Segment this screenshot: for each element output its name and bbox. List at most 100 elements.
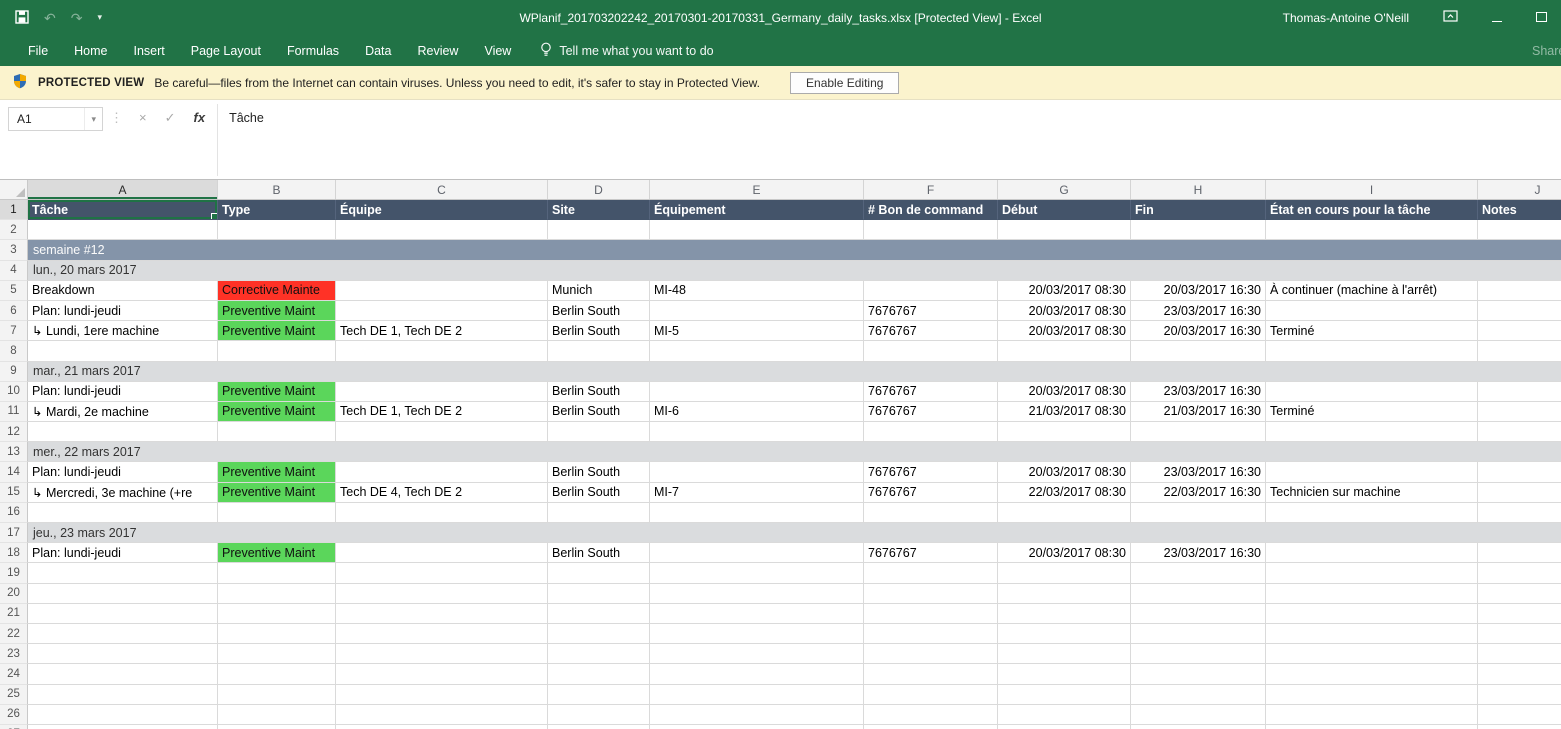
cell-B25[interactable]	[218, 685, 336, 705]
cell-B15[interactable]: Preventive Maint	[218, 483, 336, 503]
row-header-12[interactable]: 12	[0, 422, 28, 442]
cell-J7[interactable]	[1478, 321, 1561, 341]
cell-E7[interactable]: MI-5	[650, 321, 864, 341]
cell-D25[interactable]	[548, 685, 650, 705]
row-header-23[interactable]: 23	[0, 644, 28, 664]
row-header-19[interactable]: 19	[0, 563, 28, 583]
tab-insert[interactable]: Insert	[121, 35, 178, 66]
cell-J23[interactable]	[1478, 644, 1561, 664]
cell-I10[interactable]	[1266, 382, 1478, 402]
cell-F16[interactable]	[864, 503, 998, 523]
cell-G7[interactable]: 20/03/2017 08:30	[998, 321, 1131, 341]
cell-I19[interactable]	[1266, 563, 1478, 583]
cell-C11[interactable]: Tech DE 1, Tech DE 2	[336, 402, 548, 422]
cell-H26[interactable]	[1131, 705, 1266, 725]
cell-B21[interactable]	[218, 604, 336, 624]
cell-E24[interactable]	[650, 664, 864, 684]
cell-E11[interactable]: MI-6	[650, 402, 864, 422]
cell-G2[interactable]	[998, 220, 1131, 240]
cell-A7[interactable]: ↳ Lundi, 1ere machine	[28, 321, 218, 341]
cell-A12[interactable]	[28, 422, 218, 442]
cell-H21[interactable]	[1131, 604, 1266, 624]
day-band-row-9[interactable]: mar., 21 mars 2017	[28, 362, 1561, 382]
cell-H2[interactable]	[1131, 220, 1266, 240]
cell-E10[interactable]	[650, 382, 864, 402]
cell-C8[interactable]	[336, 341, 548, 361]
cell-H7[interactable]: 20/03/2017 16:30	[1131, 321, 1266, 341]
cell-F19[interactable]	[864, 563, 998, 583]
row-header-3[interactable]: 3	[0, 240, 28, 260]
column-header-I[interactable]: I	[1266, 180, 1478, 199]
cell-A26[interactable]	[28, 705, 218, 725]
row-header-21[interactable]: 21	[0, 604, 28, 624]
cell-F27[interactable]	[864, 725, 998, 729]
cell-F7[interactable]: 7676767	[864, 321, 998, 341]
row-header-22[interactable]: 22	[0, 624, 28, 644]
cell-H18[interactable]: 23/03/2017 16:30	[1131, 543, 1266, 563]
enter-icon[interactable]: ✓	[156, 100, 185, 126]
selection-fill-handle[interactable]	[211, 213, 218, 220]
cell-D23[interactable]	[548, 644, 650, 664]
cell-G10[interactable]: 20/03/2017 08:30	[998, 382, 1131, 402]
cell-C10[interactable]	[336, 382, 548, 402]
cell-F24[interactable]	[864, 664, 998, 684]
cell-G15[interactable]: 22/03/2017 08:30	[998, 483, 1131, 503]
cell-J21[interactable]	[1478, 604, 1561, 624]
column-header-D[interactable]: D	[548, 180, 650, 199]
cell-C23[interactable]	[336, 644, 548, 664]
cell-C15[interactable]: Tech DE 4, Tech DE 2	[336, 483, 548, 503]
tab-view[interactable]: View	[471, 35, 524, 66]
row-header-24[interactable]: 24	[0, 664, 28, 684]
cell-A5[interactable]: Breakdown	[28, 281, 218, 301]
cell-G14[interactable]: 20/03/2017 08:30	[998, 462, 1131, 482]
tab-page-layout[interactable]: Page Layout	[178, 35, 274, 66]
cell-A8[interactable]	[28, 341, 218, 361]
cell-B20[interactable]	[218, 584, 336, 604]
cell-F10[interactable]: 7676767	[864, 382, 998, 402]
column-header-H[interactable]: H	[1131, 180, 1266, 199]
cell-F14[interactable]: 7676767	[864, 462, 998, 482]
cell-J27[interactable]	[1478, 725, 1561, 729]
cell-E26[interactable]	[650, 705, 864, 725]
cell-B14[interactable]: Preventive Maint	[218, 462, 336, 482]
cell-E23[interactable]	[650, 644, 864, 664]
tab-review[interactable]: Review	[404, 35, 471, 66]
cell-D15[interactable]: Berlin South	[548, 483, 650, 503]
cell-F26[interactable]	[864, 705, 998, 725]
cell-B1[interactable]: Type	[218, 200, 336, 220]
cell-B8[interactable]	[218, 341, 336, 361]
cell-F21[interactable]	[864, 604, 998, 624]
cell-G27[interactable]	[998, 725, 1131, 729]
cell-F5[interactable]	[864, 281, 998, 301]
cell-D11[interactable]: Berlin South	[548, 402, 650, 422]
cell-H12[interactable]	[1131, 422, 1266, 442]
cell-E15[interactable]: MI-7	[650, 483, 864, 503]
cell-B22[interactable]	[218, 624, 336, 644]
cell-F1[interactable]: # Bon de command	[864, 200, 998, 220]
cell-H25[interactable]	[1131, 685, 1266, 705]
row-header-17[interactable]: 17	[0, 523, 28, 543]
cell-D7[interactable]: Berlin South	[548, 321, 650, 341]
row-header-7[interactable]: 7	[0, 321, 28, 341]
formula-bar-content[interactable]: Tâche	[221, 100, 1561, 125]
cell-A24[interactable]	[28, 664, 218, 684]
signed-in-user[interactable]: Thomas-Antoine O'Neill	[1283, 11, 1409, 25]
cell-F18[interactable]: 7676767	[864, 543, 998, 563]
cell-F15[interactable]: 7676767	[864, 483, 998, 503]
cell-D6[interactable]: Berlin South	[548, 301, 650, 321]
row-header-25[interactable]: 25	[0, 685, 28, 705]
cell-J26[interactable]	[1478, 705, 1561, 725]
cell-J18[interactable]	[1478, 543, 1561, 563]
cell-H23[interactable]	[1131, 644, 1266, 664]
cell-I5[interactable]: À continuer (machine à l'arrêt)	[1266, 281, 1478, 301]
cell-I12[interactable]	[1266, 422, 1478, 442]
cell-B5[interactable]: Corrective Mainte	[218, 281, 336, 301]
tab-data[interactable]: Data	[352, 35, 404, 66]
cell-D5[interactable]: Munich	[548, 281, 650, 301]
cell-F8[interactable]	[864, 341, 998, 361]
row-header-20[interactable]: 20	[0, 584, 28, 604]
cell-B10[interactable]: Preventive Maint	[218, 382, 336, 402]
cell-E8[interactable]	[650, 341, 864, 361]
enable-editing-button[interactable]: Enable Editing	[790, 72, 899, 94]
row-header-9[interactable]: 9	[0, 362, 28, 382]
